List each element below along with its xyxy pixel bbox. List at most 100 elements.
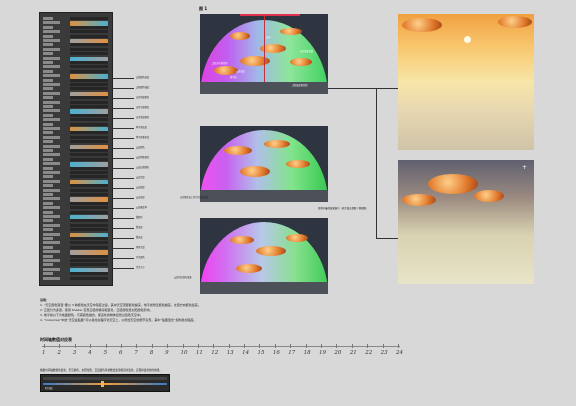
inspector-label: [43, 153, 60, 157]
value-field[interactable]: [70, 245, 108, 249]
callout-label: 天空顶部颜色: [136, 96, 150, 99]
ground: [200, 82, 328, 94]
timeline-tick-label: 23: [380, 350, 388, 356]
value-field[interactable]: [70, 30, 108, 34]
value-field[interactable]: [70, 149, 108, 152]
callout-line: [112, 117, 134, 118]
value-field[interactable]: [70, 166, 108, 170]
value-field[interactable]: [70, 193, 108, 196]
value-field[interactable]: [70, 219, 108, 223]
value-field[interactable]: [70, 175, 108, 179]
value-field[interactable]: [70, 140, 108, 144]
value-field[interactable]: [70, 254, 108, 258]
inspector-label: [43, 52, 53, 56]
timeline-tick: [321, 344, 323, 348]
callout-label: 地平线高度: [136, 126, 147, 129]
cloud: [264, 140, 290, 148]
value-field[interactable]: [70, 153, 108, 157]
timeline-tick-label: 12: [211, 350, 219, 356]
callout-line: [112, 247, 134, 248]
value-field[interactable]: [70, 228, 108, 232]
timeline-track: [43, 377, 167, 380]
sun-path-marker: [240, 14, 300, 16]
inspector-label: [43, 144, 60, 148]
value-field[interactable]: [70, 184, 108, 188]
value-field[interactable]: [70, 188, 108, 192]
inspector-label: [43, 113, 53, 117]
value-field[interactable]: [70, 78, 108, 82]
value-field[interactable]: [70, 105, 108, 108]
value-field[interactable]: [70, 131, 108, 135]
value-field[interactable]: [70, 237, 108, 240]
inspector-label: [43, 175, 53, 179]
value-field[interactable]: [70, 118, 108, 122]
inspector-label: [43, 162, 60, 166]
value-field[interactable]: [70, 201, 108, 205]
value-field[interactable]: [70, 87, 108, 91]
timeline-tick: [167, 344, 169, 348]
callout-line: [112, 127, 134, 128]
timeline-bar[interactable]: 时间轴: [40, 374, 170, 392]
value-field[interactable]: [70, 100, 108, 104]
timeline-tick: [182, 344, 184, 348]
note-line: 4. “Cubemap”中的“天空盒贴图”可以叠加在程序化天空上，以增加天空的细…: [40, 318, 197, 322]
timeline-tick-label: 17: [288, 350, 296, 356]
timeline-tick: [120, 344, 122, 348]
value-field[interactable]: [70, 259, 108, 262]
inspector-label: [43, 105, 53, 108]
inspector-label: [43, 74, 60, 78]
value-field[interactable]: [70, 210, 108, 214]
timeline-handle[interactable]: [101, 381, 104, 387]
inspector-label: [43, 184, 53, 188]
value-field[interactable]: [70, 83, 108, 86]
value-field[interactable]: [70, 52, 108, 56]
value-field[interactable]: [70, 241, 108, 245]
value-field[interactable]: [70, 171, 108, 174]
value-field[interactable]: [70, 113, 108, 117]
inspector-label: [43, 197, 60, 201]
timeline-title: 时间轴数值对应表: [40, 337, 72, 342]
value-field[interactable]: [70, 272, 108, 276]
cloud: [428, 174, 478, 194]
value-field[interactable]: [70, 157, 108, 161]
inspector-label: [43, 276, 60, 280]
connector-line: [328, 88, 376, 89]
value-field[interactable]: [70, 135, 108, 139]
timeline-tick-label: 15: [257, 350, 265, 356]
inspector-label: [43, 87, 53, 91]
value-field[interactable]: [70, 25, 108, 29]
cloud: [230, 236, 254, 244]
timeline-tick-label: 3: [72, 350, 77, 356]
value-field[interactable]: [70, 65, 108, 69]
inspector-label: [43, 267, 60, 271]
value-field[interactable]: [70, 263, 108, 267]
callout-line: [112, 157, 134, 158]
value-field[interactable]: [70, 61, 108, 64]
value-field[interactable]: [70, 96, 108, 100]
value-field[interactable]: [70, 206, 108, 210]
inspector-label: [43, 100, 60, 104]
inspector-label: [43, 223, 60, 227]
dome-annotation: 天空颜色由上到下的渐变过渡: [180, 196, 209, 199]
value-field[interactable]: [70, 69, 108, 73]
right-caption: 游戏中最终效果展示（天空盒正视图 / 侧视图）: [318, 207, 369, 210]
inspector-label: [43, 254, 53, 258]
cloud: [280, 28, 302, 35]
timeline-tick: [151, 344, 153, 348]
callout-line: [112, 137, 134, 138]
value-field[interactable]: [70, 122, 108, 126]
cloud: [402, 18, 442, 32]
callouts-column: 太阳颜色渐变 太阳颜色强度 天空顶部颜色 天空中部颜色 天空底部颜色 地平线高度 地平线柔和…: [112, 76, 202, 286]
value-field[interactable]: [70, 17, 108, 20]
inspector-label: [43, 109, 60, 113]
value-field[interactable]: [70, 223, 108, 227]
value-field[interactable]: [70, 43, 108, 47]
timeline-tick-label: 24: [396, 350, 403, 356]
timeline-bar-caption: 时间轴: [45, 387, 53, 390]
inspector-label: [43, 206, 60, 210]
value-field[interactable]: [70, 47, 108, 51]
callout-line: [112, 227, 134, 228]
value-field[interactable]: [70, 34, 108, 38]
value-field[interactable]: [70, 276, 108, 280]
crosshair-icon: +: [522, 164, 528, 171]
